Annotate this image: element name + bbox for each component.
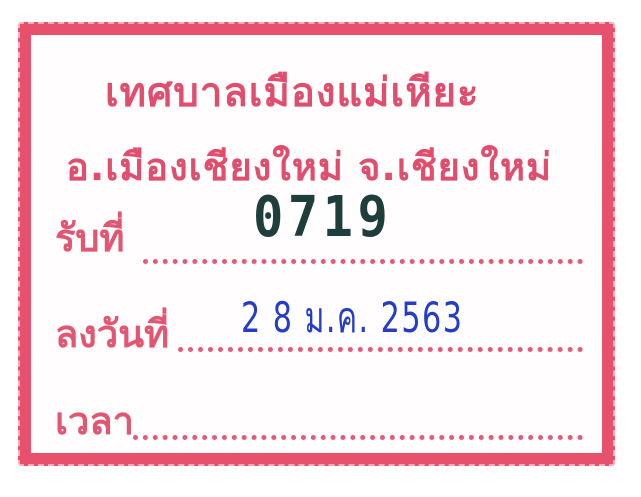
date-value: 2 8 ม.ค. 2563 xyxy=(241,293,464,342)
time-label: เวลา xyxy=(55,399,134,443)
stamp-office-name: เทศบาลเมืองแม่เหียะ xyxy=(105,70,480,116)
time-dotted-line xyxy=(133,435,583,440)
document-page: เทศบาลเมืองแม่เหียะ อ.เมืองเชียงใหม่ จ.เ… xyxy=(0,0,641,497)
received-label: รับที่ xyxy=(55,216,125,260)
received-number: 0719 xyxy=(253,185,393,250)
date-label: ลงวันที่ xyxy=(55,312,170,356)
received-dotted-line xyxy=(143,259,583,264)
